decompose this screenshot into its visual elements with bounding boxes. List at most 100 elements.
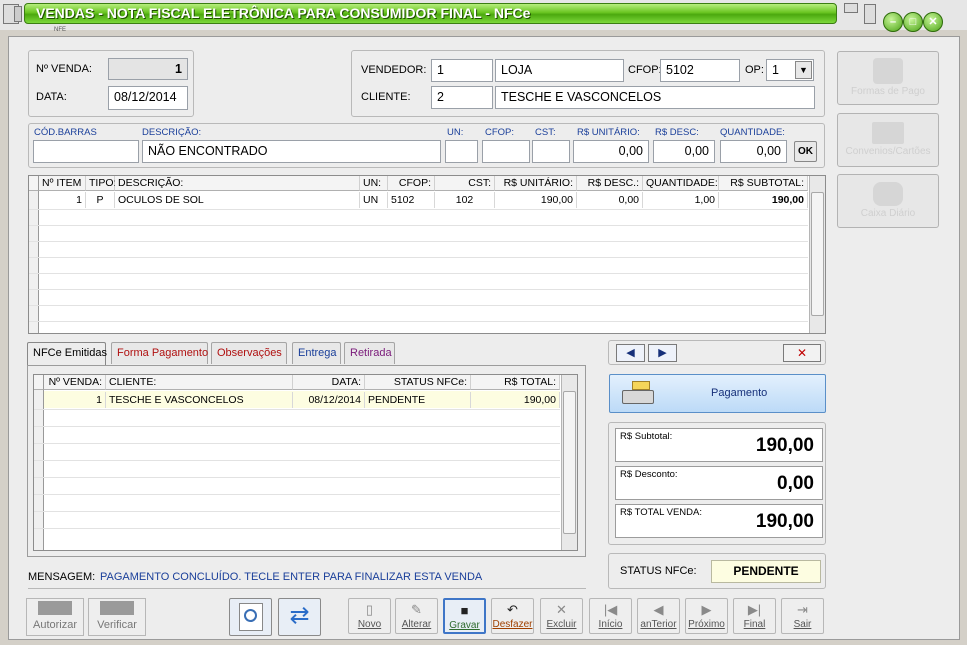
convenios-button[interactable]: Convenios/Cartões [837,113,939,167]
tab-retirada[interactable]: Retirada [344,342,395,364]
formas-pago-button[interactable]: Formas de Pago [837,51,939,105]
sair-button[interactable]: ⇥ Sair [781,598,824,634]
items-grid[interactable]: Nº ITEM TIPO: DESCRIÇÃO: UN: CFOP: CST: … [28,175,826,334]
verificar-button[interactable]: Verificar [88,598,146,636]
desfazer-button[interactable]: ↶ Desfazer [491,598,534,634]
item-descricao: OCULOS DE SOL [115,192,360,208]
anterior-button[interactable]: ◀ anTerior [637,598,680,634]
save-icon: ■ [460,603,469,618]
col-header: UN: [360,176,388,191]
col-header: Nº ITEM [39,176,86,191]
novo-button[interactable]: ▯ Novo [348,598,391,634]
divider [28,588,586,589]
excluir-button[interactable]: ✕ Excluir [540,598,583,634]
caixa-diario-button[interactable]: Caixa Diário [837,174,939,228]
pagamento-button[interactable]: Pagamento [609,374,826,413]
maximize-icon[interactable]: □ [903,12,923,32]
entrada-cfop-field[interactable] [482,140,530,163]
formas-pago-label: Formas de Pago [851,86,925,97]
numero-venda-field[interactable]: 1 [108,58,188,80]
tab-observacoes[interactable]: Observações [211,342,287,364]
cancel-button[interactable]: ✕ [783,344,821,362]
nfce-numero: 1 [44,392,106,408]
col-header: R$ UNITÁRIO: [495,176,577,191]
desconto-box: R$ Desconto: 0,00 [615,466,823,500]
un-label: UN: [447,127,464,138]
item-subtotal: 190,00 [719,192,808,208]
autorizar-label: Autorizar [32,619,78,631]
descricao-field[interactable]: NÃO ENCONTRADO [142,140,441,163]
quantidade-field[interactable]: 0,00 [720,140,787,163]
nfce-total: 190,00 [471,392,560,408]
prev-record-icon[interactable]: ◀ [616,344,645,362]
status-label: STATUS NFCe: [620,565,697,577]
first-record-icon: |◀ [603,602,618,617]
item-desc: 0,00 [577,192,643,208]
desconto-value: 0,00 [777,473,814,494]
tab-strip: NFCe Emitidas Forma Pagamento Observaçõe… [27,342,587,366]
tab-entrega[interactable]: Entrega [292,342,341,364]
cliente-nome-field[interactable]: TESCHE E VASCONCELOS [495,86,815,109]
col-header: Nº VENDA: [44,375,106,390]
items-scrollbar[interactable] [809,176,825,333]
minimize-icon[interactable]: – [883,12,903,32]
col-header: CLIENTE: [106,375,293,390]
alterar-label: Alterar [401,619,432,630]
close-icon[interactable]: ✕ [923,12,943,32]
refresh-icon[interactable]: ⇄ [278,598,321,636]
inicio-button[interactable]: |◀ Início [589,598,632,634]
desc-field[interactable]: 0,00 [653,140,715,163]
unitario-field[interactable]: 0,00 [573,140,649,163]
final-label: Final [743,619,766,630]
cst-label: CST: [535,127,556,138]
col-header: CST: [435,176,495,191]
mensagem-text: PAGAMENTO CONCLUÍDO. TECLE ENTER PARA FI… [100,571,483,583]
delete-icon: ✕ [556,602,567,617]
item-cst: 102 [435,192,495,208]
col-header: TIPO: [86,176,116,191]
next-record-icon[interactable]: ▶ [648,344,677,362]
tab-forma-pagamento[interactable]: Forma Pagamento [111,342,208,364]
scroll-thumb[interactable] [811,192,824,316]
cst-field[interactable] [532,140,570,163]
new-doc-icon: ▯ [365,602,374,617]
col-header: QUANTIDADE: [643,176,719,191]
vendedor-codigo-field[interactable]: 1 [431,59,493,82]
cfop-field[interactable]: 5102 [660,59,740,82]
totais-panel: R$ Subtotal: 190,00 R$ Desconto: 0,00 R$… [608,422,826,545]
system-menu-icon[interactable] [14,6,22,22]
toolbar-grip-icon[interactable] [864,4,876,24]
proximo-button[interactable]: ▶ Próximo [685,598,728,634]
data-label: DATA: [36,91,67,103]
ok-button[interactable]: OK [794,141,817,162]
chevron-down-icon[interactable]: ▼ [795,61,812,79]
last-record-icon: ▶| [747,602,762,617]
inicio-label: Início [598,619,623,630]
tab-nfce-emitidas[interactable]: NFCe Emitidas [27,342,107,366]
toolbar-mini-icon[interactable] [844,3,858,13]
data-field[interactable]: 08/12/2014 [108,86,188,110]
cliente-codigo-field[interactable]: 2 [431,86,493,109]
total-value: 190,00 [755,511,814,532]
codbarras-field[interactable] [33,140,139,163]
subtotal-box: R$ Subtotal: 190,00 [615,428,823,462]
col-header: CFOP: [388,176,435,191]
col-header: R$ TOTAL: [471,375,560,390]
scroll-thumb[interactable] [563,391,576,534]
nfce-status: PENDENTE [365,392,471,408]
pencil-icon: ✎ [411,602,422,617]
alterar-button[interactable]: ✎ Alterar [395,598,438,634]
op-label: OP: [745,64,764,76]
gravar-button[interactable]: ■ Gravar [443,598,486,634]
autorizar-button[interactable]: Autorizar [26,598,84,636]
final-button[interactable]: ▶| Final [733,598,776,634]
search-button[interactable] [229,598,272,636]
nfce-scrollbar[interactable] [561,375,577,550]
excluir-label: Excluir [546,619,577,630]
total-label: R$ TOTAL VENDA: [620,507,703,518]
nfce-grid[interactable]: Nº VENDA: CLIENTE: DATA: STATUS NFCe: R$… [33,374,578,551]
un-field[interactable] [445,140,478,163]
numero-venda-label: Nº VENDA: [36,63,92,75]
search-icon [239,603,263,631]
vendedor-nome-field[interactable]: LOJA [495,59,624,82]
